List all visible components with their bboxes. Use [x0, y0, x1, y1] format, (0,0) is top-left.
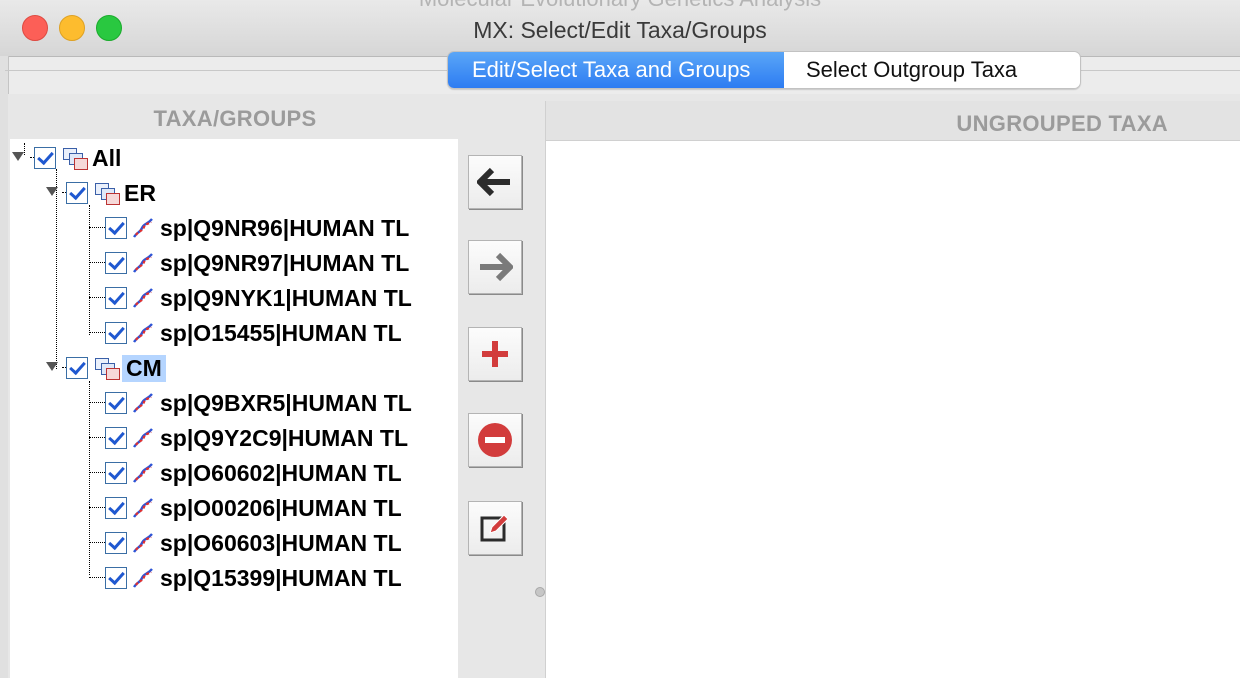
- taxa-tree[interactable]: All ER sp|Q9NR96|HUMAN TL sp|Q9NR97|HUMA…: [10, 139, 458, 678]
- tree-connector: [89, 577, 105, 578]
- tree-connector: [89, 332, 105, 333]
- node-label: sp|O15455|HUMAN TL: [160, 319, 402, 346]
- sequence-icon: [133, 253, 153, 273]
- arrow-left-icon: [477, 167, 510, 197]
- tree-connector: [89, 297, 105, 298]
- sequence-icon: [133, 463, 153, 483]
- node-label: sp|Q9Y2C9|HUMAN TL: [160, 424, 409, 451]
- tree-node-all[interactable]: All: [34, 141, 121, 175]
- tree-connector: [89, 402, 105, 403]
- move-right-button[interactable]: [468, 240, 522, 294]
- tree-node-group-cm[interactable]: CM: [66, 351, 166, 385]
- tree-connector: [89, 381, 90, 575]
- tree-node-taxon[interactable]: sp|O00206|HUMAN TL: [105, 491, 402, 525]
- node-label: sp|Q9BXR5|HUMAN TL: [160, 389, 412, 416]
- checkbox-taxon[interactable]: [105, 462, 127, 484]
- sequence-icon: [133, 218, 153, 238]
- tree-connector: [24, 143, 25, 155]
- tree-node-taxon[interactable]: sp|O15455|HUMAN TL: [105, 316, 402, 350]
- tree-node-taxon[interactable]: sp|O60603|HUMAN TL: [105, 526, 402, 560]
- checkbox-taxon[interactable]: [105, 252, 127, 274]
- node-label: sp|Q9NR96|HUMAN TL: [160, 214, 410, 241]
- checkbox-taxon[interactable]: [105, 287, 127, 309]
- tree-node-group-er[interactable]: ER: [66, 176, 156, 210]
- node-label: sp|O60603|HUMAN TL: [160, 529, 402, 556]
- add-group-button[interactable]: [468, 327, 522, 381]
- node-label: CM: [122, 354, 166, 382]
- edit-button[interactable]: [468, 501, 522, 555]
- checkbox-er[interactable]: [66, 182, 88, 204]
- panel-splitter-handle[interactable]: [535, 587, 545, 597]
- window-title: MX: Select/Edit Taxa/Groups: [473, 17, 767, 43]
- plus-icon: [482, 341, 508, 367]
- sequence-icon: [133, 498, 153, 518]
- tree-node-taxon[interactable]: sp|Q15399|HUMAN TL: [105, 561, 402, 595]
- minus-circle-icon: [478, 423, 512, 457]
- group-icon: [62, 147, 88, 170]
- group-icon: [94, 182, 120, 205]
- ungrouped-taxa-header: UNGROUPED TAXA: [956, 111, 1168, 136]
- expand-toggle-cm[interactable]: [46, 362, 58, 371]
- checkbox-taxon[interactable]: [105, 392, 127, 414]
- taxa-groups-header: TAXA/GROUPS: [153, 106, 317, 131]
- tab-edit-select-taxa[interactable]: Edit/Select Taxa and Groups: [448, 52, 784, 88]
- tree-connector: [56, 169, 57, 369]
- tree-connector: [89, 437, 105, 438]
- tab-bar: Edit/Select Taxa and Groups Select Outgr…: [447, 51, 1081, 89]
- expand-toggle-all[interactable]: [12, 152, 24, 161]
- checkbox-taxon[interactable]: [105, 497, 127, 519]
- remove-group-button[interactable]: [468, 413, 522, 467]
- tree-node-taxon[interactable]: sp|Q9NR96|HUMAN TL: [105, 211, 409, 245]
- tab-select-outgroup[interactable]: Select Outgroup Taxa: [784, 52, 1080, 88]
- checkbox-taxon[interactable]: [105, 217, 127, 239]
- tree-connector: [89, 205, 90, 335]
- node-label: ER: [124, 179, 156, 206]
- node-label: sp|Q9NR97|HUMAN TL: [160, 249, 410, 276]
- sequence-icon: [133, 393, 153, 413]
- tree-node-taxon[interactable]: sp|Q9NR97|HUMAN TL: [105, 246, 409, 280]
- tree-connector: [89, 262, 105, 263]
- sequence-icon: [133, 288, 153, 308]
- background-window-title: Molecular Evolutionary Genetics Analysis: [0, 0, 1240, 12]
- sequence-icon: [133, 428, 153, 448]
- group-icon: [94, 357, 120, 380]
- tree-connector: [89, 472, 105, 473]
- sequence-icon: [133, 568, 153, 588]
- checkbox-taxon[interactable]: [105, 567, 127, 589]
- edit-icon: [480, 514, 509, 542]
- sequence-icon: [133, 533, 153, 553]
- tree-connector: [89, 507, 105, 508]
- node-label: sp|O60602|HUMAN TL: [160, 459, 402, 486]
- sequence-icon: [133, 323, 153, 343]
- checkbox-taxon[interactable]: [105, 532, 127, 554]
- expand-toggle-er[interactable]: [46, 187, 58, 196]
- node-label: sp|Q9NYK1|HUMAN TL: [160, 284, 412, 311]
- tree-connector: [89, 542, 105, 543]
- checkbox-taxon[interactable]: [105, 427, 127, 449]
- node-label: sp|O00206|HUMAN TL: [160, 494, 402, 521]
- ungrouped-header-bar: UNGROUPED TAXA: [545, 101, 1240, 141]
- checkbox-all[interactable]: [34, 147, 56, 169]
- arrow-right-icon: [480, 252, 513, 282]
- tree-node-taxon[interactable]: sp|Q9BXR5|HUMAN TL: [105, 386, 412, 420]
- ungrouped-taxa-list[interactable]: [545, 141, 1240, 678]
- checkbox-cm[interactable]: [66, 357, 88, 379]
- move-left-button[interactable]: [468, 155, 522, 209]
- checkbox-taxon[interactable]: [105, 322, 127, 344]
- node-label: sp|Q15399|HUMAN TL: [160, 564, 402, 591]
- tree-node-taxon[interactable]: sp|O60602|HUMAN TL: [105, 456, 402, 490]
- tree-node-taxon[interactable]: sp|Q9Y2C9|HUMAN TL: [105, 421, 408, 455]
- tree-connector: [89, 227, 105, 228]
- title-bar: Molecular Evolutionary Genetics Analysis…: [0, 0, 1240, 57]
- node-label: All: [92, 144, 122, 171]
- tree-node-taxon[interactable]: sp|Q9NYK1|HUMAN TL: [105, 281, 412, 315]
